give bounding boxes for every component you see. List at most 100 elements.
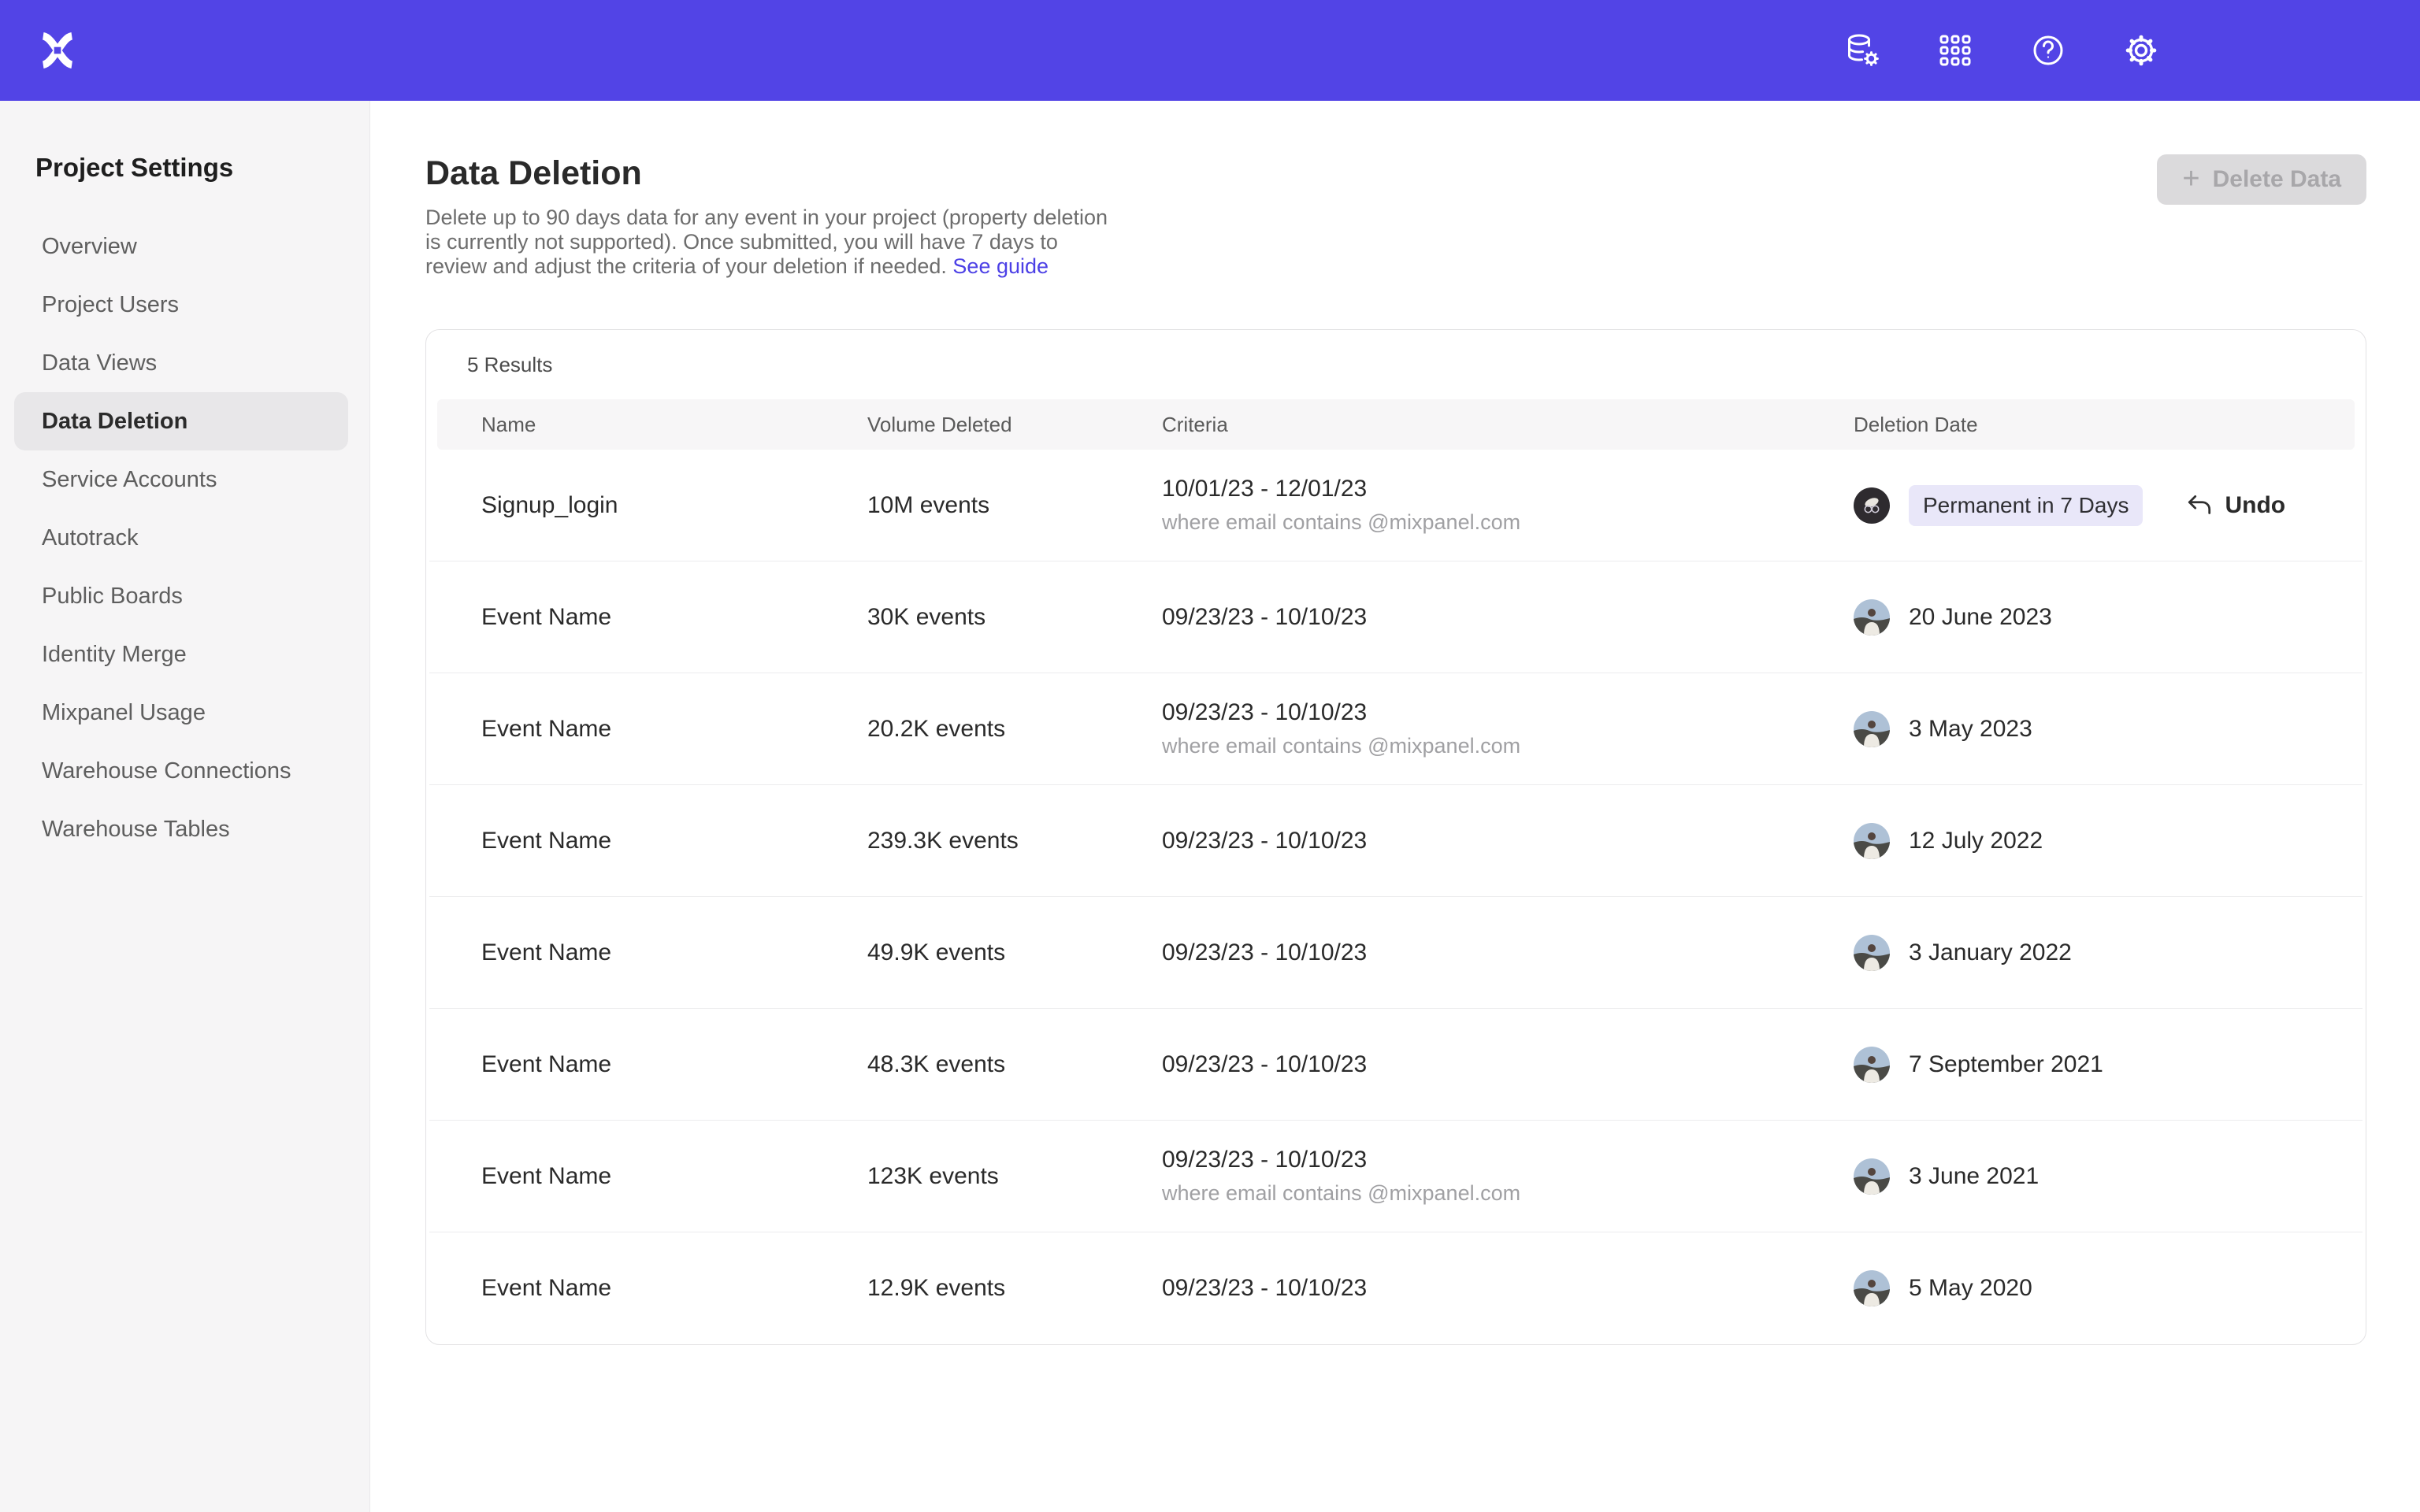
row-volume: 20.2K events — [867, 716, 1162, 743]
row-volume: 10M events — [867, 492, 1162, 519]
row-volume: 123K events — [867, 1163, 1162, 1190]
row-criteria-subtext: where email contains @mixpanel.com — [1162, 1181, 1854, 1206]
see-guide-link[interactable]: See guide — [952, 254, 1049, 278]
user-avatar — [1854, 823, 1890, 859]
table-row[interactable]: Event Name 12.9K events 09/23/23 - 10/10… — [429, 1232, 2362, 1344]
apps-grid-button[interactable] — [1927, 22, 1984, 79]
row-name: Event Name — [481, 604, 867, 631]
row-volume: 12.9K events — [867, 1275, 1162, 1302]
sidebar-item-label: Warehouse Tables — [42, 817, 230, 843]
person-photo-avatar — [1854, 1158, 1890, 1195]
row-name: Event Name — [481, 716, 867, 743]
sidebar-item-label: Identity Merge — [42, 642, 187, 668]
row-volume: 49.9K events — [867, 939, 1162, 966]
sidebar-item-label: Project Users — [42, 292, 179, 318]
row-name: Event Name — [481, 1051, 867, 1078]
table-row[interactable]: Event Name 48.3K events 09/23/23 - 10/10… — [429, 1009, 2362, 1121]
undo-label: Undo — [2225, 492, 2285, 519]
person-photo-avatar — [1854, 599, 1890, 636]
sidebar-item-overview[interactable]: Overview — [14, 217, 348, 276]
table-body: Signup_login 10M events 10/01/23 - 12/01… — [426, 450, 2366, 1344]
sidebar-item-autotrack[interactable]: Autotrack — [14, 509, 348, 567]
sidebar-item-mixpanel-usage[interactable]: Mixpanel Usage — [14, 684, 348, 742]
sidebar-item-label: Warehouse Connections — [42, 758, 291, 784]
table-row[interactable]: Event Name 20.2K events 09/23/23 - 10/10… — [429, 673, 2362, 785]
undo-button[interactable]: Undo — [2185, 491, 2285, 520]
deletion-date-text: 3 May 2023 — [1909, 716, 2032, 743]
sidebar-item-label: Overview — [42, 234, 137, 260]
data-management-button[interactable] — [1834, 22, 1891, 79]
deletion-date-text: 12 July 2022 — [1909, 828, 2043, 854]
user-avatar — [1854, 1047, 1890, 1083]
row-criteria: 09/23/23 - 10/10/23 — [1162, 1051, 1854, 1078]
deletion-date-text: 3 June 2021 — [1909, 1163, 2039, 1190]
column-header-volume-deleted: Volume Deleted — [867, 413, 1162, 437]
column-header-deletion-date: Deletion Date — [1854, 413, 2355, 437]
row-name: Event Name — [481, 939, 867, 966]
sidebar-item-data-deletion[interactable]: Data Deletion — [14, 392, 348, 450]
table-header: Name Volume Deleted Criteria Deletion Da… — [437, 399, 2355, 450]
row-criteria: 09/23/23 - 10/10/23 — [1162, 828, 1854, 854]
sidebar-item-label: Data Deletion — [42, 409, 187, 435]
table-row[interactable]: Event Name 239.3K events 09/23/23 - 10/1… — [429, 785, 2362, 897]
illustration-avatar — [1854, 487, 1890, 524]
row-name: Signup_login — [481, 492, 867, 519]
row-criteria: 09/23/23 - 10/10/23 — [1162, 1147, 1854, 1173]
sidebar-item-identity-merge[interactable]: Identity Merge — [14, 625, 348, 684]
row-name: Event Name — [481, 828, 867, 854]
sidebar-item-label: Public Boards — [42, 584, 183, 610]
main-content: Data Deletion Delete up to 90 days data … — [370, 101, 2420, 1512]
sidebar-title: Project Settings — [35, 153, 369, 183]
user-avatar — [1854, 487, 1890, 524]
deletion-date-text: 7 September 2021 — [1909, 1051, 2103, 1078]
row-criteria: 10/01/23 - 12/01/23 — [1162, 476, 1854, 502]
table-row[interactable]: Event Name 30K events 09/23/23 - 10/10/2… — [429, 561, 2362, 673]
help-button[interactable] — [2020, 22, 2077, 79]
table-row[interactable]: Event Name 49.9K events 09/23/23 - 10/10… — [429, 897, 2362, 1009]
row-volume: 239.3K events — [867, 828, 1162, 854]
sidebar-item-warehouse-connections[interactable]: Warehouse Connections — [14, 742, 348, 800]
column-header-criteria: Criteria — [1162, 413, 1854, 437]
deletion-date-text: 20 June 2023 — [1909, 604, 2052, 631]
delete-data-button[interactable]: + Delete Data — [2157, 154, 2366, 205]
deletion-date-text: 3 January 2022 — [1909, 939, 2072, 966]
page-description: Delete up to 90 days data for any event … — [425, 206, 1122, 279]
person-photo-avatar — [1854, 823, 1890, 859]
topbar-icons — [1834, 22, 2169, 79]
row-criteria: 09/23/23 - 10/10/23 — [1162, 1275, 1854, 1302]
row-criteria: 09/23/23 - 10/10/23 — [1162, 699, 1854, 726]
table-row[interactable]: Signup_login 10M events 10/01/23 - 12/01… — [429, 450, 2362, 561]
help-icon — [2029, 32, 2067, 69]
undo-icon — [2185, 491, 2214, 520]
sidebar-nav: Overview Project Users Data Views Data D… — [0, 217, 369, 858]
sidebar-item-label: Autotrack — [42, 525, 139, 551]
sidebar-item-data-views[interactable]: Data Views — [14, 334, 348, 392]
row-volume: 30K events — [867, 604, 1162, 631]
settings-icon — [2122, 32, 2160, 69]
row-criteria-subtext: where email contains @mixpanel.com — [1162, 510, 1854, 535]
user-avatar — [1854, 1158, 1890, 1195]
table-row[interactable]: Event Name 123K events 09/23/23 - 10/10/… — [429, 1121, 2362, 1232]
sidebar-item-public-boards[interactable]: Public Boards — [14, 567, 348, 625]
sidebar-item-service-accounts[interactable]: Service Accounts — [14, 450, 348, 509]
sidebar-item-warehouse-tables[interactable]: Warehouse Tables — [14, 800, 348, 858]
sidebar-item-label: Service Accounts — [42, 467, 217, 493]
top-navigation-bar — [0, 0, 2420, 101]
permanent-in-days-badge: Permanent in 7 Days — [1909, 485, 2143, 526]
row-criteria-subtext: where email contains @mixpanel.com — [1162, 734, 1854, 758]
data-management-icon — [1843, 32, 1881, 69]
sidebar-item-project-users[interactable]: Project Users — [14, 276, 348, 334]
row-criteria: 09/23/23 - 10/10/23 — [1162, 939, 1854, 966]
results-count: 5 Results — [426, 330, 2366, 399]
sidebar-item-label: Data Views — [42, 350, 157, 376]
apps-grid-icon — [1936, 32, 1974, 69]
mixpanel-logo-icon[interactable] — [39, 32, 76, 69]
settings-button[interactable] — [2113, 22, 2169, 79]
plus-icon: + — [2182, 164, 2199, 194]
person-photo-avatar — [1854, 711, 1890, 747]
person-photo-avatar — [1854, 1047, 1890, 1083]
deletion-requests-card: 5 Results Name Volume Deleted Criteria D… — [425, 329, 2366, 1345]
project-settings-sidebar: Project Settings Overview Project Users … — [0, 101, 370, 1512]
row-criteria: 09/23/23 - 10/10/23 — [1162, 604, 1854, 631]
deletion-date-text: 5 May 2020 — [1909, 1275, 2032, 1302]
